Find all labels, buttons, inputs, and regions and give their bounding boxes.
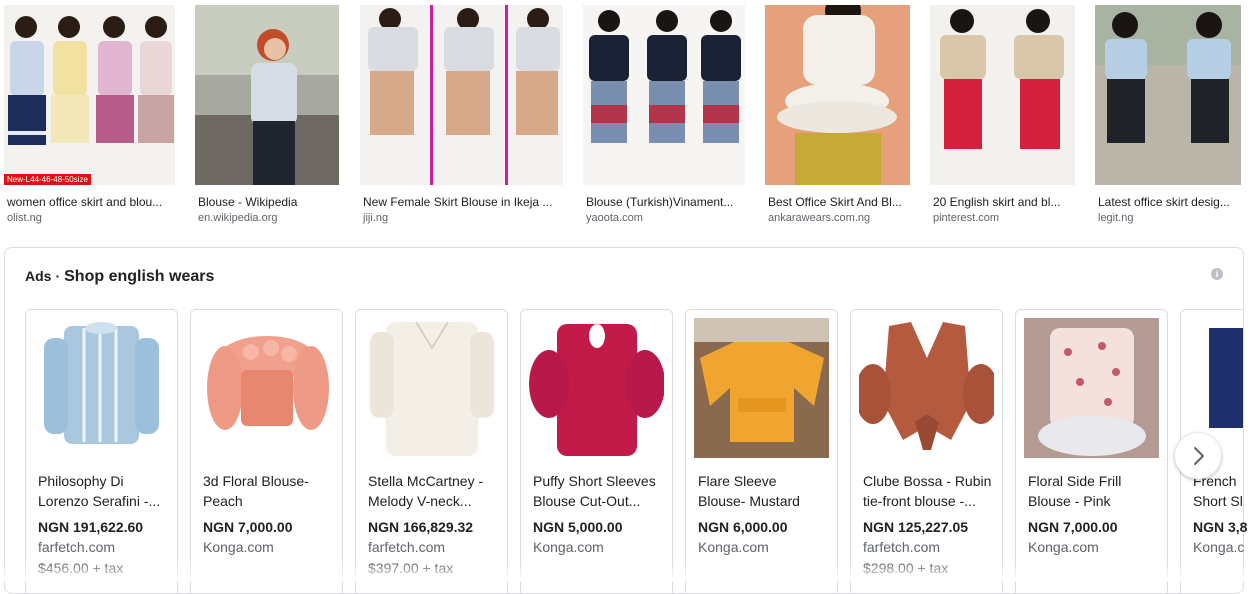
image-thumbnail[interactable] — [360, 5, 563, 185]
image-title[interactable]: women office skirt and blou... — [7, 195, 173, 209]
product-card[interactable]: Puffy Short Sleeves Blouse Cut-Out... — [520, 309, 673, 594]
image-turkish-blouse — [583, 5, 745, 185]
product-title-line: tie-front blouse -... — [863, 491, 993, 511]
image-thumbnail[interactable] — [195, 5, 339, 185]
image-source: en.wikipedia.org — [198, 212, 278, 224]
image-results-strip: New-L44-46-48-50size women office skirt … — [0, 0, 1252, 240]
product-title: Floral Side Frill Blouse - Pink — [1028, 471, 1158, 511]
product-title-line: Lorenzo Serafini -... — [38, 491, 168, 511]
image-source: ankarawears.com.ng — [768, 212, 870, 224]
carousel-next-button[interactable] — [1175, 433, 1221, 479]
product-image-floral-frill-blouse — [1024, 318, 1159, 458]
image-thumbnail[interactable] — [583, 5, 745, 185]
image-title[interactable]: Blouse - Wikipedia — [198, 195, 338, 209]
product-title-line: Melody V-neck... — [368, 491, 498, 511]
product-title: Flare Sleeve Blouse- Mustard — [698, 471, 828, 511]
product-title: Puffy Short Sleeves Blouse Cut-Out... — [533, 471, 663, 511]
product-title-line: Floral Side Frill — [1028, 471, 1158, 491]
product-image-flare-blouse — [694, 318, 829, 458]
product-title-line: Peach — [203, 491, 333, 511]
ads-label: Ads — [25, 268, 51, 284]
product-title: 3d Floral Blouse- Peach — [203, 471, 333, 511]
image-source: pinterest.com — [933, 212, 999, 224]
product-title-line: Short Sl — [1193, 491, 1244, 511]
product-title-line: 3d Floral Blouse- — [203, 471, 333, 491]
product-card[interactable]: Flare Sleeve Blouse- Mustard — [685, 309, 838, 594]
product-image-puffy-blouse — [529, 318, 664, 458]
image-source: yaoota.com — [586, 212, 643, 224]
image-source: legit.ng — [1098, 212, 1133, 224]
product-card[interactable]: Stella McCartney - Melody V-neck... — [355, 309, 508, 594]
product-title: Clube Bossa - Rubin tie-front blouse -..… — [863, 471, 993, 511]
product-image-striped-blouse — [34, 318, 169, 458]
product-title-line: Philosophy Di — [38, 471, 168, 491]
ads-heading: Ads·Shop english wears — [25, 268, 214, 286]
image-office-skirt-blouse — [765, 5, 910, 185]
product-title-line: Clube Bossa - Rubin — [863, 471, 993, 491]
image-thumbnail[interactable] — [765, 5, 910, 185]
shopping-ads-panel: Ads·Shop english wears i Philosophy Di L… — [4, 247, 1244, 594]
image-title[interactable]: Best Office Skirt And Bl... — [768, 195, 909, 209]
image-female-skirt-blouse — [360, 5, 563, 185]
image-title[interactable]: Blouse (Turkish)Vinament... — [586, 195, 744, 209]
image-title[interactable]: Latest office skirt desig... — [1098, 195, 1240, 209]
product-title-line: Puffy Short Sleeves — [533, 471, 663, 491]
image-latest-office-skirt — [1095, 5, 1241, 185]
chevron-right-icon — [1175, 433, 1221, 479]
product-title-line: Blouse - Pink — [1028, 491, 1158, 511]
product-title: Philosophy Di Lorenzo Serafini -... — [38, 471, 168, 511]
ads-title: Shop english wears — [64, 268, 214, 285]
image-title[interactable]: 20 English skirt and bl... — [933, 195, 1074, 209]
product-title-line: Blouse Cut-Out... — [533, 491, 663, 511]
product-image-floral-blouse — [199, 318, 334, 458]
ads-separator: · — [55, 268, 60, 284]
info-icon[interactable]: i — [1211, 268, 1223, 280]
product-image-vneck-blouse — [364, 318, 499, 458]
product-title-line: Blouse- Mustard — [698, 491, 828, 511]
product-card[interactable]: Philosophy Di Lorenzo Serafini -... — [25, 309, 178, 594]
image-blouse-wikipedia — [195, 5, 339, 185]
product-card[interactable]: Floral Side Frill Blouse - Pink — [1015, 309, 1168, 594]
product-card[interactable]: 3d Floral Blouse- Peach — [190, 309, 343, 594]
product-title: Stella McCartney - Melody V-neck... — [368, 471, 498, 511]
image-title[interactable]: New Female Skirt Blouse in Ikeja ... — [363, 195, 561, 209]
image-thumbnail[interactable]: New-L44-46-48-50size — [4, 5, 175, 185]
image-source: jiji.ng — [363, 212, 388, 224]
image-source: olist.ng — [7, 212, 42, 224]
image-thumbnail[interactable] — [1095, 5, 1241, 185]
image-english-skirt-blouse — [930, 5, 1075, 185]
product-card[interactable]: Clube Bossa - Rubin tie-front blouse -..… — [850, 309, 1003, 594]
bottom-fade — [0, 563, 1252, 581]
image-women-office-skirts — [4, 5, 175, 185]
product-title-line: Stella McCartney - — [368, 471, 498, 491]
image-thumbnail[interactable] — [930, 5, 1075, 185]
product-title-line: Flare Sleeve — [698, 471, 828, 491]
product-image-tie-front-blouse — [859, 318, 994, 458]
size-badge: New-L44-46-48-50size — [4, 174, 91, 185]
